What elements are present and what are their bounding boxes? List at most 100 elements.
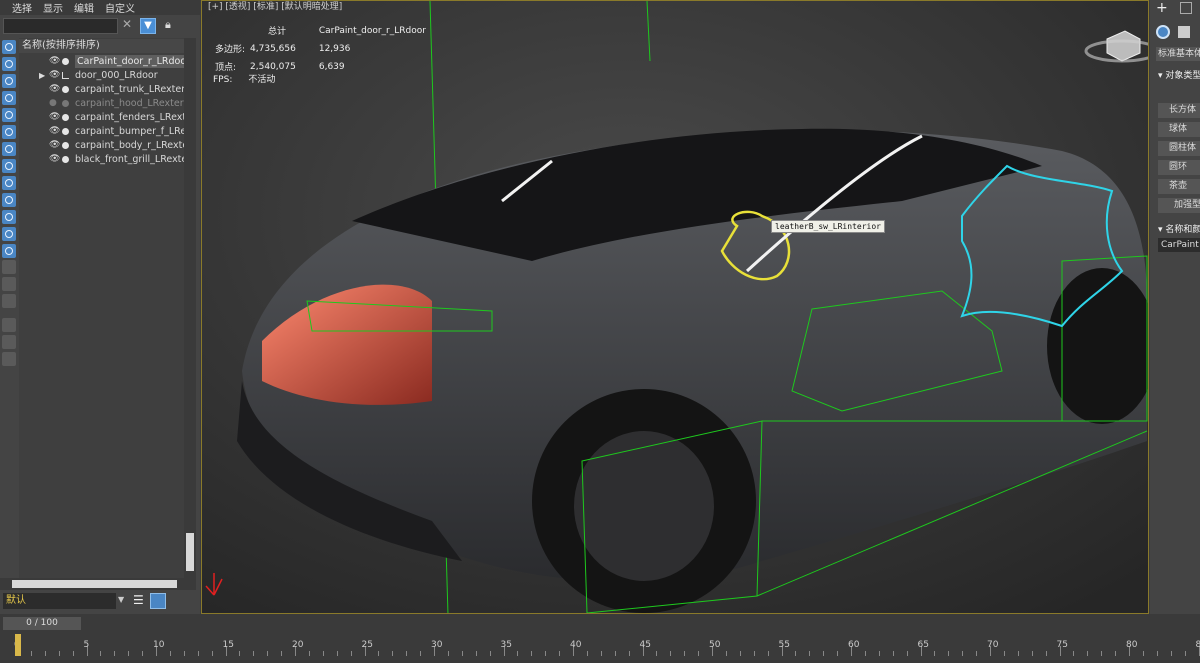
- menu-edit[interactable]: 编辑: [74, 0, 94, 15]
- tree-row[interactable]: ● carpaint_hood_LRexterior: [19, 97, 184, 110]
- menu-customize[interactable]: 自定义: [105, 0, 135, 15]
- explorer-search-input[interactable]: [3, 18, 118, 34]
- filter-funnel-icon[interactable]: [2, 335, 16, 349]
- display-helpers-icon[interactable]: [2, 125, 16, 139]
- filter-icon[interactable]: ▼: [140, 18, 156, 34]
- timeline-tick: [864, 651, 866, 656]
- viewport-statistics: 总计 CarPaint_door_r_LRdoor 多边形: 4,735,656 12…: [213, 21, 431, 77]
- timeline-tick: [239, 651, 241, 656]
- chevron-down-icon[interactable]: ▼: [118, 595, 124, 604]
- scene-tree: 名称(按排序排序) 👁︎ CarPaint_door_r_LRdoor ▶ 👁︎ do…: [19, 38, 184, 578]
- visibility-eye-icon[interactable]: ●: [49, 97, 57, 110]
- layer-explorer-icon[interactable]: [2, 352, 16, 366]
- visibility-eye-icon[interactable]: 👁︎: [49, 125, 60, 138]
- object-dot-icon: [62, 114, 69, 121]
- tree-row[interactable]: 👁︎ black_front_grill_LRexterior: [19, 153, 184, 166]
- create-textplus-button[interactable]: 加强型文本: [1158, 198, 1200, 213]
- display-geometry-icon[interactable]: [2, 57, 16, 71]
- tree-row[interactable]: ▶ 👁︎ door_000_LRdoor: [19, 69, 184, 82]
- clear-search-icon[interactable]: ✕: [122, 17, 132, 31]
- object-dot-icon: [62, 142, 69, 149]
- display-xrefs-icon[interactable]: [2, 176, 16, 190]
- display-all-icon[interactable]: [2, 40, 16, 54]
- display-spacewarps-icon[interactable]: [2, 142, 16, 156]
- track-bar-ruler[interactable]: 0510152025303540455055606570758085: [0, 634, 1200, 660]
- shapes-category-icon[interactable]: [1178, 26, 1190, 38]
- tree-row[interactable]: 👁︎ carpaint_body_r_LRexterior: [19, 139, 184, 152]
- timeline-tick-label: 30: [431, 640, 443, 650]
- command-panel: + 标准基本体 ▾ 对象类型 长方体 球体 圆柱体 圆环 茶壶 加强型文本 ▾ …: [1150, 0, 1200, 614]
- layers-stack-icon[interactable]: ☰: [133, 593, 149, 609]
- timeline-tick: [698, 651, 700, 656]
- explorer-horizontal-scrollbar[interactable]: [0, 578, 196, 590]
- timeline-tick-label: 25: [361, 640, 373, 650]
- explorer-toolbar: [0, 38, 18, 368]
- tree-row[interactable]: 👁︎ CarPaint_door_r_LRdoor: [19, 55, 184, 68]
- display-hidden-icon[interactable]: [2, 244, 16, 258]
- explorer-vertical-scrollbar[interactable]: [184, 38, 196, 578]
- timeline-tick: [809, 651, 811, 656]
- modify-icon[interactable]: [1180, 2, 1192, 14]
- visibility-eye-icon[interactable]: 👁︎: [49, 83, 60, 96]
- visibility-eye-icon[interactable]: 👁︎: [49, 111, 60, 124]
- display-shapes-icon[interactable]: [2, 74, 16, 88]
- display-groups-icon[interactable]: [2, 159, 16, 173]
- front-rim-shape: [574, 431, 714, 581]
- tree-row[interactable]: 👁︎ carpaint_bumper_f_LRexterior: [19, 125, 184, 138]
- display-lights-icon[interactable]: [2, 91, 16, 105]
- timeline-tick-label: 55: [778, 640, 790, 650]
- timeline-tick: [628, 651, 630, 656]
- time-slider-frame[interactable]: 0 / 100: [3, 617, 81, 630]
- display-cameras-icon[interactable]: [2, 108, 16, 122]
- object-name-field[interactable]: CarPaint: [1158, 238, 1200, 252]
- create-plus-icon[interactable]: +: [1156, 0, 1168, 16]
- lock-icon[interactable]: 🔒︎: [165, 18, 171, 32]
- visibility-eye-icon[interactable]: 👁︎: [49, 69, 60, 82]
- display-particles-icon[interactable]: [2, 260, 16, 274]
- scrollbar-thumb[interactable]: [186, 533, 194, 571]
- section-object-type[interactable]: ▾ 对象类型: [1158, 68, 1200, 81]
- viewport-label-menu[interactable]: [+] [透视] [标准] [默认明暗处理]: [208, 1, 342, 12]
- display-children-icon[interactable]: [2, 294, 16, 308]
- expand-arrow-icon[interactable]: ▶: [39, 69, 45, 82]
- viewport-scene: [202, 1, 1148, 613]
- menu-display[interactable]: 显示: [43, 0, 63, 15]
- section-name-color[interactable]: ▾ 名称和颜色: [1158, 222, 1200, 235]
- tree-row-label: carpaint_trunk_LRexterior: [75, 84, 184, 95]
- visibility-eye-icon[interactable]: 👁︎: [49, 139, 60, 152]
- tree-row[interactable]: 👁︎ carpaint_trunk_LRexterior: [19, 83, 184, 96]
- display-frozen-icon[interactable]: [2, 227, 16, 241]
- sync-selection-icon[interactable]: [2, 318, 16, 332]
- create-torus-button[interactable]: 圆环: [1158, 160, 1200, 175]
- geometry-category-icon[interactable]: [1156, 25, 1170, 39]
- menu-select[interactable]: 选择: [12, 0, 32, 15]
- visibility-eye-icon[interactable]: 👁︎: [49, 153, 60, 166]
- timeline-tick: [72, 651, 74, 656]
- create-sphere-button[interactable]: 球体: [1158, 122, 1200, 137]
- perspective-viewport[interactable]: [+] [透视] [标准] [默认明暗处理] 总计 CarPaint_door_r…: [201, 0, 1149, 614]
- display-dependencies-icon[interactable]: [2, 277, 16, 291]
- create-cylinder-button[interactable]: 圆柱体: [1158, 141, 1200, 156]
- display-containers-icon[interactable]: [2, 210, 16, 224]
- time-slider-handle[interactable]: [15, 634, 21, 656]
- create-teapot-button[interactable]: 茶壶: [1158, 179, 1200, 194]
- tree-row[interactable]: 👁︎ carpaint_fenders_LRexterior: [19, 111, 184, 124]
- primitive-type-dropdown[interactable]: 标准基本体: [1156, 47, 1200, 61]
- tree-row-label: carpaint_bumper_f_LRexterior: [75, 126, 184, 137]
- create-box-button[interactable]: 长方体: [1158, 103, 1200, 118]
- visibility-eye-icon[interactable]: 👁︎: [49, 55, 60, 68]
- tree-row-label: CarPaint_door_r_LRdoor: [75, 55, 184, 68]
- object-dot-icon: [62, 128, 69, 135]
- stats-object-label: CarPaint_door_r_LRdoor: [318, 25, 426, 36]
- timeline-tick-label: 40: [570, 640, 582, 650]
- display-bones-icon[interactable]: [2, 193, 16, 207]
- scrollbar-thumb[interactable]: [12, 580, 177, 588]
- timeline-tick: [142, 651, 144, 656]
- bone-icon: [62, 72, 69, 79]
- tree-row-label: black_front_grill_LRexterior: [75, 154, 184, 165]
- stats-poly-total: 4,735,656: [250, 43, 296, 54]
- timeline-tick: [475, 651, 477, 656]
- column-header-name[interactable]: 名称(按排序排序): [19, 39, 184, 53]
- layer-explorer-toggle-icon[interactable]: [150, 593, 166, 609]
- current-layer-dropdown[interactable]: 默认: [3, 593, 116, 609]
